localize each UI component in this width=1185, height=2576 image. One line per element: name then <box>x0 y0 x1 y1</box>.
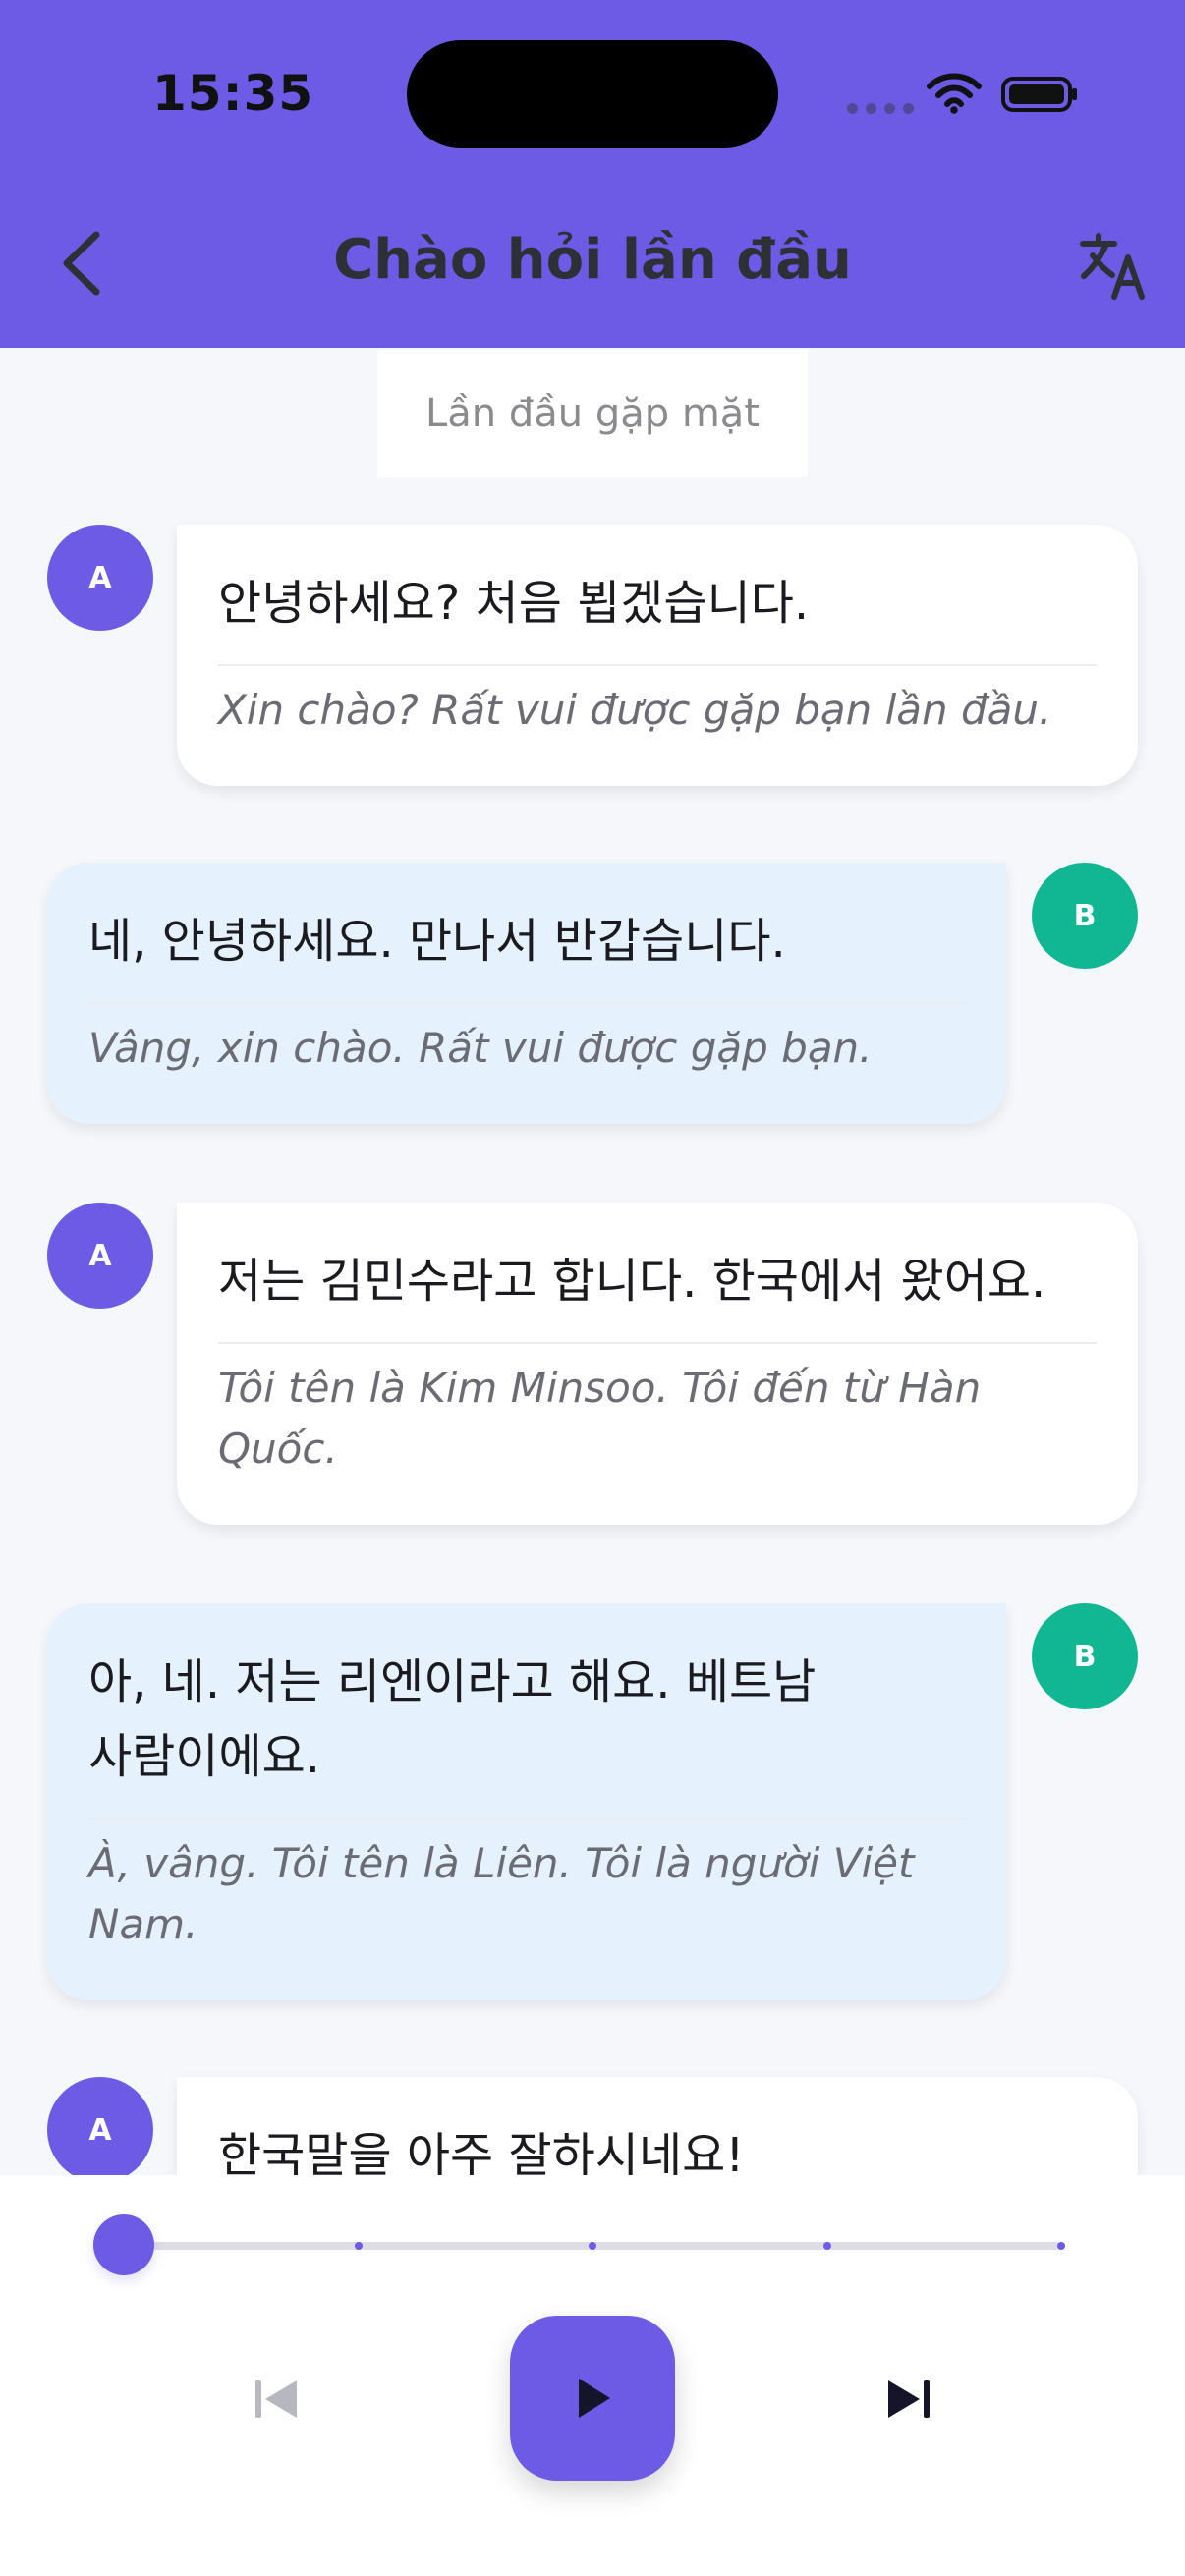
korean-text: 안녕하세요? 처음 뵙겠습니다. <box>218 576 810 631</box>
page-title: Chào hỏi lần đầu <box>333 228 852 292</box>
vietnamese-text: Vâng, xin chào. Rất vui được gặp bạn. <box>88 1024 873 1072</box>
vietnamese-text: À, vâng. Tôi tên là Liên. Tôi là người V… <box>88 1839 915 1948</box>
header-bar: 15:35 Chào hỏi lần đầu <box>0 0 1185 348</box>
avatar: B <box>1032 1603 1138 1709</box>
wifi-icon <box>927 73 982 114</box>
progress-marker <box>589 2242 596 2250</box>
signal-dots-icon <box>847 103 914 114</box>
progress-thumb[interactable] <box>93 2214 154 2275</box>
message-bubble[interactable]: 안녕하세요? 처음 뵙겠습니다. Xin chào? Rất vui được … <box>177 525 1138 786</box>
avatar: B <box>1032 863 1138 969</box>
message-divider <box>218 664 1097 666</box>
play-icon <box>579 2379 610 2418</box>
vietnamese-text: Xin chào? Rất vui được gặp bạn lần đầu. <box>218 686 1052 734</box>
korean-text: 아, 네. 저는 리엔이라고 해요. 베트남 사람이에요. <box>88 1654 817 1784</box>
translate-icon[interactable] <box>1077 232 1148 301</box>
play-button[interactable] <box>510 2316 675 2481</box>
progress-marker <box>1057 2242 1065 2250</box>
message-bubble[interactable]: 네, 안녕하세요. 만나서 반갑습니다. Vâng, xin chào. Rất… <box>47 863 1006 1124</box>
progress-marker <box>354 2242 363 2250</box>
korean-text: 네, 안녕하세요. 만나서 반갑습니다. <box>88 914 786 969</box>
korean-text: 저는 김민수라고 합니다. 한국에서 왔어요. <box>218 1254 1046 1309</box>
message-divider <box>88 1818 965 1820</box>
message-divider <box>218 1342 1097 1344</box>
message-bubble[interactable]: 아, 네. 저는 리엔이라고 해요. 베트남 사람이에요. À, vâng. T… <box>47 1603 1006 2000</box>
message-bubble[interactable]: 저는 김민수라고 합니다. 한국에서 왔어요. Tôi tên là Kim M… <box>177 1203 1138 1525</box>
message-divider <box>88 1002 965 1004</box>
battery-icon <box>1001 77 1077 112</box>
avatar: A <box>47 1203 153 1309</box>
skip-previous-icon[interactable] <box>249 2372 304 2427</box>
status-time: 15:35 <box>152 65 314 122</box>
section-label: Lần đầu gặp mặt <box>377 350 808 477</box>
skip-next-icon[interactable] <box>881 2372 936 2427</box>
avatar: A <box>47 2077 153 2183</box>
dynamic-island <box>407 40 778 148</box>
progress-marker <box>822 2242 831 2250</box>
avatar: A <box>47 525 153 631</box>
vietnamese-text: Tôi tên là Kim Minsoo. Tôi đến từ Hàn Qu… <box>218 1364 982 1473</box>
